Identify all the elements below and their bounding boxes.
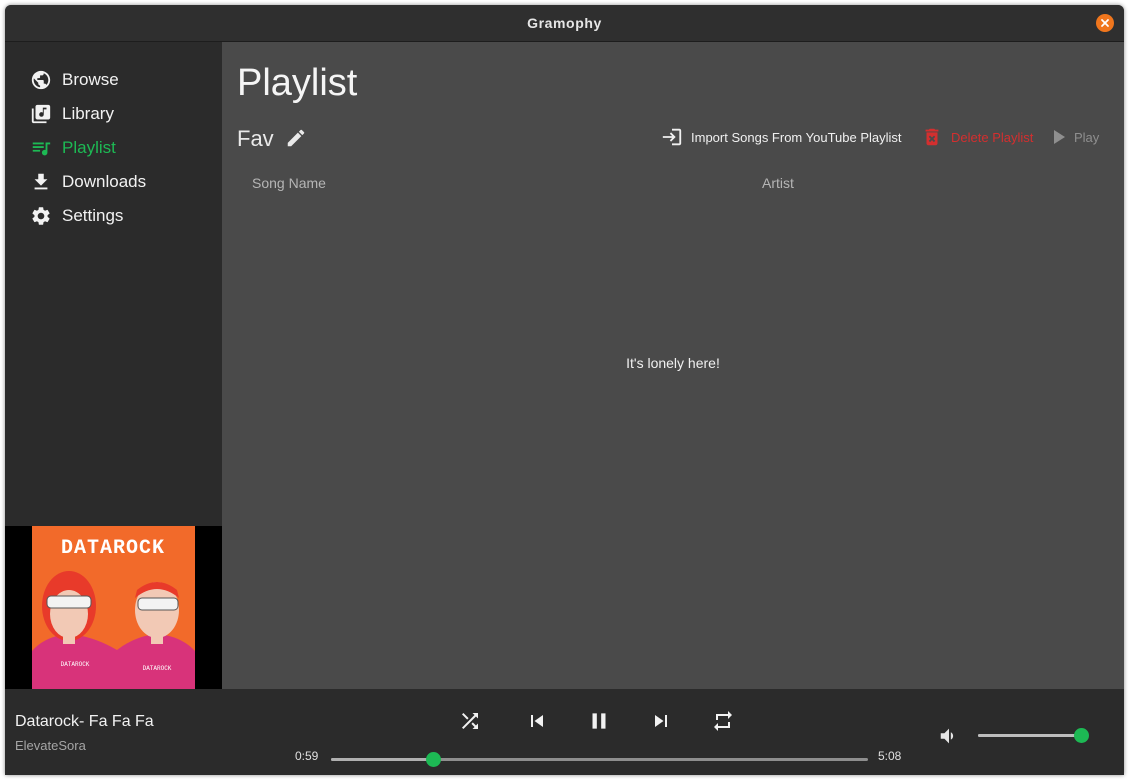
skip-previous-icon	[531, 715, 543, 727]
volume-slider-thumb[interactable]	[1074, 728, 1089, 743]
repeat-icon	[714, 711, 732, 731]
sidebar-item-settings[interactable]: Settings	[30, 203, 210, 229]
sidebar-item-label: Browse	[62, 70, 119, 89]
shuffle-icon	[462, 713, 478, 729]
seek-bar-fill	[331, 758, 434, 761]
edit-icon[interactable]	[285, 127, 307, 149]
sidebar-item-playlist[interactable]: Playlist	[30, 135, 210, 161]
seek-bar[interactable]	[331, 752, 868, 767]
album-shirt-text-right: DATAROCK	[143, 665, 172, 672]
play-icon	[1052, 129, 1066, 145]
column-header-song-name[interactable]: Song Name	[252, 175, 326, 191]
import-icon	[661, 126, 683, 148]
sidebar-item-label: Downloads	[62, 172, 147, 191]
current-time: 0:59	[295, 749, 319, 763]
next-track-button[interactable]	[647, 707, 675, 735]
download-icon	[30, 171, 52, 193]
album-cover-image: DATAROCK DATAROCK DATAROCK	[5, 526, 222, 689]
main-content: Playlist Fav Import Songs From YouTube P…	[222, 42, 1124, 689]
sidebar-item-library[interactable]: Library	[30, 101, 210, 127]
skip-next-icon	[655, 715, 667, 727]
album-art: DATAROCK DATAROCK DATAROCK	[5, 526, 222, 689]
globe-icon	[30, 69, 52, 91]
volume-slider-fill	[978, 734, 1081, 737]
empty-playlist-message: It's lonely here!	[626, 355, 720, 371]
album-band-text: DATAROCK	[61, 537, 165, 560]
sidebar-item-label: Playlist	[62, 138, 116, 157]
sidebar: Browse Library Playlist Downloads Settin…	[5, 42, 222, 689]
player-bar: Datarock- Fa Fa Fa ElevateSora 0:59 5:08	[5, 689, 1124, 775]
settings-icon	[30, 205, 52, 227]
page-title: Playlist	[237, 62, 358, 104]
shuffle-button[interactable]	[456, 707, 484, 735]
column-header-artist[interactable]: Artist	[762, 175, 794, 191]
seek-bar-thumb[interactable]	[426, 752, 442, 767]
delete-playlist-button[interactable]: Delete Playlist	[921, 126, 1033, 148]
pause-button[interactable]	[585, 707, 613, 735]
now-playing-artist: ElevateSora	[15, 738, 86, 753]
sidebar-item-label: Settings	[62, 206, 124, 225]
playlist-icon	[30, 137, 52, 159]
repeat-button[interactable]	[709, 707, 737, 735]
volume-slider[interactable]	[978, 728, 1089, 743]
previous-track-button[interactable]	[523, 707, 551, 735]
play-playlist-button[interactable]: Play	[1052, 126, 1099, 148]
playlist-name: Fav	[237, 126, 274, 151]
delete-label: Delete Playlist	[951, 129, 1034, 145]
pause-icon	[592, 713, 606, 729]
volume-icon[interactable]	[938, 725, 960, 747]
sidebar-item-downloads[interactable]: Downloads	[30, 169, 210, 195]
app-window: Gramophy Browse Library Playlist Downloa…	[5, 5, 1124, 775]
album-shirt-text-left: DATAROCK	[61, 661, 90, 668]
play-label: Play	[1074, 129, 1100, 145]
import-label: Import Songs From YouTube Playlist	[691, 129, 902, 145]
library-icon	[30, 103, 52, 125]
import-youtube-playlist-button[interactable]: Import Songs From YouTube Playlist	[661, 126, 902, 148]
title-bar[interactable]: Gramophy	[5, 5, 1124, 42]
close-icon	[1101, 19, 1109, 27]
window-title: Gramophy	[527, 15, 602, 31]
sidebar-item-label: Library	[62, 104, 114, 123]
now-playing-title: Datarock- Fa Fa Fa	[15, 713, 154, 730]
total-time: 5:08	[878, 749, 902, 763]
delete-icon	[921, 126, 943, 148]
close-button[interactable]	[1096, 14, 1114, 32]
sidebar-item-browse[interactable]: Browse	[30, 67, 210, 93]
